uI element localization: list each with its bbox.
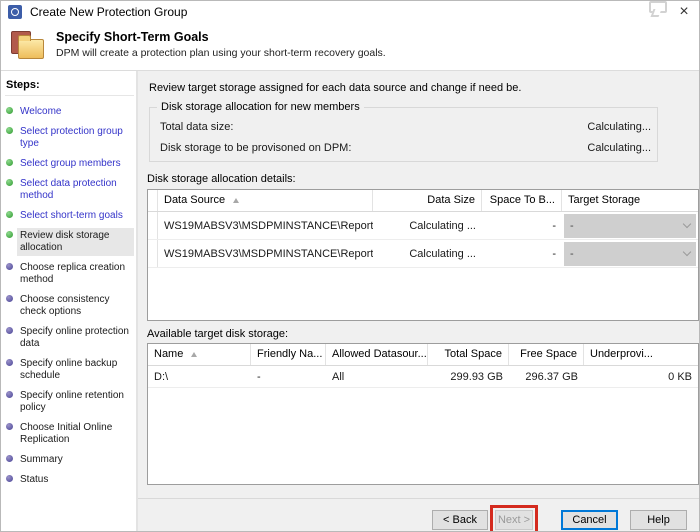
underprovisioned-cell: 0 KB	[668, 370, 692, 383]
sidebar-item-initial-online-replication[interactable]: Choose Initial Online Replication	[5, 420, 134, 448]
allocation-groupbox-title: Disk storage allocation for new members	[157, 101, 364, 113]
wizard-header: Specify Short-Term Goals DPM will create…	[1, 23, 699, 71]
column-header-name[interactable]: Name	[148, 344, 251, 365]
allowed-datasources-cell: All	[332, 370, 345, 383]
step-upcoming-icon	[6, 475, 13, 482]
total-data-size-label: Total data size:	[160, 121, 234, 133]
chevron-down-icon	[682, 219, 692, 229]
sidebar-item-data-protection-method[interactable]: Select data protection method	[5, 176, 134, 204]
red-highlight-annotation: Next >	[490, 505, 538, 531]
available-target-disk-storage-table: Name Friendly Na... Allowed Datasour... …	[147, 343, 699, 485]
cancel-button[interactable]: Cancel	[561, 510, 618, 530]
button-bar: < Back Next > Cancel Help	[138, 498, 699, 531]
sidebar-item-review-disk-storage[interactable]: Review disk storage allocation	[5, 228, 134, 256]
data-size-cell: Calculating ...	[409, 247, 476, 260]
disk-allocation-details-table: Data Source Data Size Space To B... Targ…	[147, 189, 699, 321]
next-button[interactable]: Next >	[495, 510, 533, 530]
column-header-friendly-name[interactable]: Friendly Na...	[251, 344, 326, 365]
page-title: Specify Short-Term Goals	[56, 30, 209, 44]
sidebar-item-welcome[interactable]: Welcome	[5, 104, 134, 120]
sidebar-item-short-term-goals[interactable]: Select short-term goals	[5, 208, 134, 224]
step-completed-icon	[6, 159, 13, 166]
data-source-cell: WS19MABSV3\MSDPMINSTANCE\ReportServe...	[164, 247, 373, 260]
sidebar-item-online-retention-policy[interactable]: Specify online retention policy	[5, 388, 134, 416]
column-header-total-space[interactable]: Total Space	[428, 344, 509, 365]
step-upcoming-icon	[6, 327, 13, 334]
target-storage-dropdown[interactable]: -	[564, 241, 696, 266]
sidebar-item-replica-creation[interactable]: Choose replica creation method	[5, 260, 134, 288]
title-bar: Create New Protection Group ×	[1, 1, 699, 23]
sidebar-item-protection-group-type[interactable]: Select protection group type	[5, 124, 134, 152]
available-storage-label: Available target disk storage:	[147, 328, 289, 340]
column-header-target-storage[interactable]: Target Storage	[562, 190, 698, 211]
column-header-free-space[interactable]: Free Space	[509, 344, 584, 365]
step-upcoming-icon	[6, 423, 13, 430]
provisioned-storage-label: Disk storage to be provisoned on DPM:	[160, 142, 352, 154]
sidebar-item-consistency-check[interactable]: Choose consistency check options	[5, 292, 134, 320]
steps-sidebar: Steps: Welcome Select protection group t…	[1, 71, 138, 531]
row-selector-column	[148, 190, 158, 211]
data-size-cell: Calculating ...	[409, 219, 476, 232]
step-upcoming-icon	[6, 263, 13, 270]
total-data-size-value: Calculating...	[587, 121, 651, 133]
table-row[interactable]: D:\ - All 299.93 GB 296.37 GB 0 KB	[148, 366, 698, 388]
data-source-cell: WS19MABSV3\MSDPMINSTANCE\ReportServe...	[164, 219, 373, 232]
details-table-label: Disk storage allocation details:	[147, 173, 296, 185]
create-protection-group-dialog: Create New Protection Group × Specify Sh…	[0, 0, 700, 532]
step-upcoming-icon	[6, 359, 13, 366]
dpm-app-icon	[8, 5, 22, 19]
sort-ascending-icon	[191, 352, 198, 357]
target-storage-dropdown[interactable]: -	[564, 213, 696, 238]
column-header-space-to-be[interactable]: Space To B...	[482, 190, 562, 211]
column-header-allowed-datasources[interactable]: Allowed Datasour...	[326, 344, 428, 365]
help-button[interactable]: Help	[630, 510, 687, 530]
column-header-data-source[interactable]: Data Source	[158, 190, 373, 211]
friendly-name-cell: -	[257, 370, 261, 383]
sidebar-item-summary[interactable]: Summary	[5, 452, 134, 468]
step-upcoming-icon	[6, 295, 13, 302]
allocation-groupbox: Disk storage allocation for new members …	[149, 101, 658, 162]
step-upcoming-icon	[6, 455, 13, 462]
steps-heading: Steps:	[5, 77, 134, 96]
protection-group-folder-icon	[11, 30, 47, 62]
chevron-down-icon	[682, 247, 692, 257]
sidebar-item-online-backup-schedule[interactable]: Specify online backup schedule	[5, 356, 134, 384]
column-header-underprovisioned[interactable]: Underprovi...	[584, 344, 698, 365]
intro-text: Review target storage assigned for each …	[149, 82, 522, 94]
table-row[interactable]: WS19MABSV3\MSDPMINSTANCE\ReportServe... …	[148, 240, 698, 268]
target-storage-cell: -	[562, 213, 698, 238]
space-to-be-cell: -	[552, 247, 556, 260]
back-button[interactable]: < Back	[432, 510, 488, 530]
sidebar-item-status[interactable]: Status	[5, 472, 134, 488]
close-icon[interactable]: ×	[673, 2, 695, 22]
step-upcoming-icon	[6, 391, 13, 398]
total-space-cell: 299.93 GB	[450, 370, 503, 383]
step-completed-icon	[6, 179, 13, 186]
page-description: DPM will create a protection plan using …	[56, 47, 386, 59]
space-to-be-cell: -	[552, 219, 556, 232]
provisioned-storage-value: Calculating...	[587, 142, 651, 154]
sidebar-item-online-protection-data[interactable]: Specify online protection data	[5, 324, 134, 352]
step-completed-icon	[6, 211, 13, 218]
callout-bubble-icon	[649, 1, 667, 13]
sort-ascending-icon	[233, 198, 240, 203]
step-completed-icon	[6, 107, 13, 114]
step-current-icon	[6, 231, 13, 238]
column-header-data-size[interactable]: Data Size	[373, 190, 482, 211]
table-row[interactable]: WS19MABSV3\MSDPMINSTANCE\ReportServe... …	[148, 212, 698, 240]
sidebar-item-group-members[interactable]: Select group members	[5, 156, 134, 172]
main-content: Review target storage assigned for each …	[138, 71, 699, 498]
volume-name-cell: D:\	[154, 370, 169, 383]
step-completed-icon	[6, 127, 13, 134]
window-title: Create New Protection Group	[30, 5, 188, 19]
free-space-cell: 296.37 GB	[525, 370, 578, 383]
target-storage-cell: -	[562, 241, 698, 266]
